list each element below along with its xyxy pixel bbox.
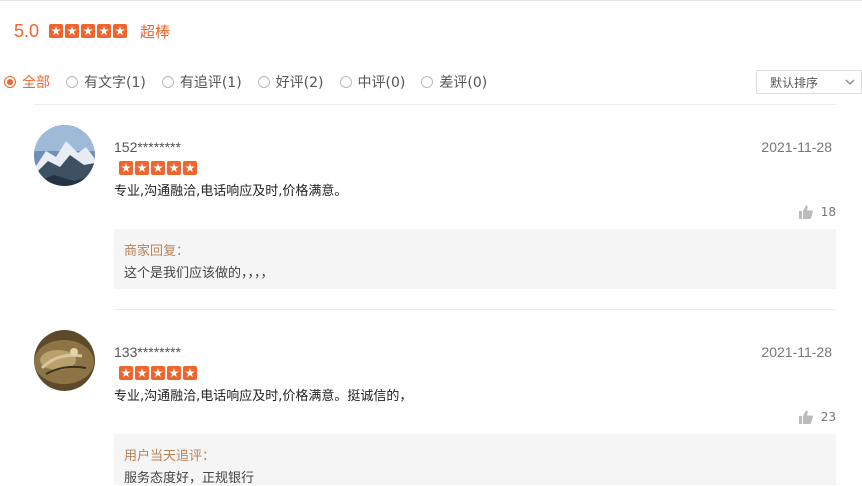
- star-icon: [97, 24, 112, 38]
- review-date: 2021-11-28: [761, 139, 832, 155]
- filter-neutral[interactable]: 中评(0): [339, 72, 406, 92]
- reply-text: 服务态度好，正规银行: [124, 471, 255, 486]
- star-icon: [49, 24, 64, 38]
- followup-review: 用户当天追评： 服务态度好，正规银行: [114, 434, 836, 486]
- rating-word: 超棒: [140, 22, 171, 41]
- like-button[interactable]: 18: [798, 205, 836, 219]
- star-icon: [135, 161, 149, 175]
- review-username: 133********: [114, 344, 181, 360]
- star-icon: [183, 161, 197, 175]
- radio-button[interactable]: [257, 76, 270, 88]
- review-content: 专业,沟通融洽,电话响应及时,价格满意。: [114, 184, 348, 199]
- avatar: [34, 330, 95, 391]
- rating-summary: 5.0 超棒: [14, 20, 170, 42]
- star-icon: [65, 24, 80, 38]
- divider: [34, 104, 836, 105]
- reply-label: 商家回复：: [124, 244, 190, 259]
- filter-all[interactable]: 全部: [4, 72, 50, 92]
- like-count: 23: [820, 410, 836, 424]
- filter-label: 好评(2): [275, 75, 324, 91]
- thumbs-up-icon: [798, 205, 813, 219]
- divider: [114, 309, 836, 310]
- star-icon: [167, 366, 181, 380]
- review-content: 专业,沟通融洽,电话响应及时,价格满意。挺诚信的，: [114, 389, 413, 404]
- average-score: 5.0: [14, 20, 40, 41]
- like-count: 18: [820, 205, 836, 219]
- average-stars: [49, 24, 128, 38]
- avatar: [34, 125, 95, 186]
- filter-label: 全部: [22, 75, 50, 91]
- radio-button[interactable]: [161, 76, 174, 88]
- like-button[interactable]: 23: [798, 410, 836, 424]
- filter-with-followup[interactable]: 有追评(1): [161, 72, 242, 92]
- star-icon: [81, 24, 96, 38]
- thumbs-up-icon: [798, 410, 813, 424]
- avatar-image: [34, 330, 95, 391]
- filter-with-text[interactable]: 有文字(1): [66, 72, 146, 92]
- radio-button[interactable]: [4, 76, 16, 88]
- star-icon: [119, 161, 133, 175]
- star-icon: [167, 161, 181, 175]
- filter-label: 差评(0): [439, 75, 488, 91]
- reply-text: 这个是我们应该做的，，，，: [124, 266, 274, 281]
- avatar-image: [34, 125, 95, 186]
- star-icon: [113, 24, 128, 38]
- star-icon: [151, 161, 165, 175]
- filter-positive[interactable]: 好评(2): [257, 72, 324, 92]
- filter-label: 有追评(1): [179, 75, 242, 91]
- merchant-reply: 商家回复： 这个是我们应该做的，，，，: [114, 229, 836, 289]
- review-username: 152********: [114, 139, 181, 155]
- review-stars: [119, 366, 197, 380]
- star-icon: [135, 366, 149, 380]
- star-icon: [183, 366, 197, 380]
- star-icon: [119, 366, 133, 380]
- radio-button[interactable]: [66, 76, 78, 88]
- radio-button[interactable]: [339, 76, 352, 88]
- radio-button[interactable]: [421, 76, 434, 88]
- review-filter-bar: 全部 有文字(1) 有追评(1) 好评(2) 中评(0) 差评(0): [4, 72, 503, 92]
- filter-label: 有文字(1): [84, 75, 146, 91]
- sort-dropdown[interactable]: 默认排序: [756, 70, 862, 94]
- review-stars: [119, 161, 197, 175]
- reply-label: 用户当天追评：: [124, 449, 216, 464]
- top-border: [0, 0, 862, 1]
- review-date: 2021-11-28: [761, 344, 832, 360]
- star-icon: [151, 366, 165, 380]
- filter-negative[interactable]: 差评(0): [421, 72, 487, 92]
- chevron-down-icon: [845, 79, 855, 85]
- sort-selected-label: 默认排序: [770, 75, 819, 90]
- filter-label: 中评(0): [357, 75, 406, 91]
